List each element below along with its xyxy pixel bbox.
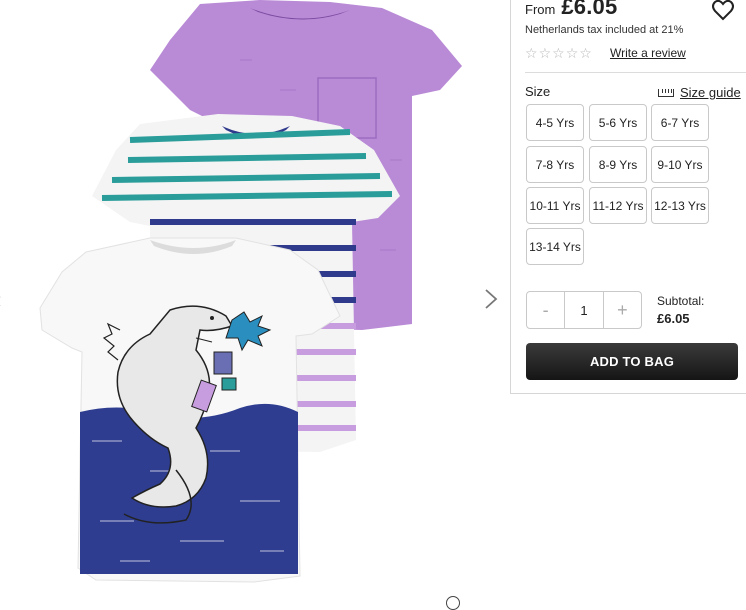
ruler-icon [658,88,674,97]
size-option[interactable]: 13-14 Yrs [526,228,584,265]
star-icon: ☆ [565,45,579,61]
rating-stars: ☆ ☆ ☆ ☆ ☆ [525,46,592,60]
star-icon: ☆ [525,45,538,61]
star-icon: ☆ [552,45,565,61]
price-row: From £6.05 [525,0,617,20]
size-option[interactable]: 5-6 Yrs [589,104,647,141]
size-option[interactable]: 4-5 Yrs [526,104,584,141]
subtotal-label: Subtotal: [657,294,705,308]
size-option[interactable]: 11-12 Yrs [589,187,647,224]
star-icon: ☆ [538,45,552,61]
size-option[interactable]: 9-10 Yrs [651,146,709,183]
price-prefix: From [525,2,556,17]
quantity-input[interactable]: 1 [564,292,604,328]
quantity-decrease-button[interactable]: - [527,292,564,328]
subtotal-value: £6.05 [657,311,690,326]
size-guide-text: Size guide [680,85,741,100]
chevron-left-icon[interactable]: ‹ [0,289,1,311]
size-label: Size [525,84,551,99]
add-to-bag-button[interactable]: ADD TO BAG [526,343,738,380]
size-option[interactable]: 8-9 Yrs [589,146,647,183]
quantity-stepper: - 1 + [526,291,642,329]
star-icon: ☆ [579,45,592,61]
product-image[interactable] [0,0,510,606]
dinosaur-tshirt [39,237,341,583]
divider [525,72,746,73]
chevron-right-icon[interactable] [484,288,498,314]
buy-panel: From £6.05 Netherlands tax included at 2… [510,0,746,394]
product-gallery: ‹ [0,0,510,610]
quantity-increase-button[interactable]: + [604,292,641,328]
size-option[interactable]: 12-13 Yrs [651,187,709,224]
size-option[interactable]: 10-11 Yrs [526,187,584,224]
size-option[interactable]: 6-7 Yrs [651,104,709,141]
size-guide-link[interactable]: Size guide [658,85,741,100]
zoom-icon[interactable] [446,596,460,610]
size-option[interactable]: 7-8 Yrs [526,146,584,183]
product-price: £6.05 [561,0,618,19]
heart-icon[interactable] [711,0,735,22]
tax-note: Netherlands tax included at 21% [525,24,684,36]
write-review-link[interactable]: Write a review [610,46,686,60]
